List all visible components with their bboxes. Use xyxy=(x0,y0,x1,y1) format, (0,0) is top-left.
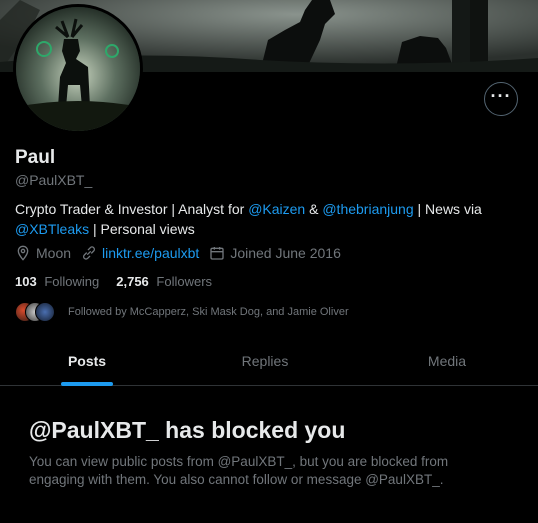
link-icon xyxy=(83,246,95,260)
followers-link[interactable]: 2,756 Followers xyxy=(116,274,212,289)
mention-xbtleaks-link[interactable]: @XBTleaks xyxy=(15,221,89,237)
followers-count: 2,756 xyxy=(116,274,149,289)
tab-replies[interactable]: Replies xyxy=(174,337,356,385)
avatar[interactable] xyxy=(13,4,143,134)
blocked-title: @PaulXBT_ has blocked you xyxy=(29,417,346,443)
profile-handle: @PaulXBT_ xyxy=(15,172,93,188)
following-count: 103 xyxy=(15,274,37,289)
followed-by[interactable]: Followed by McCapperz, Ski Mask Dog, and… xyxy=(15,302,349,322)
joined-date: Joined June 2016 xyxy=(209,245,341,261)
bio-text: | Personal views xyxy=(89,221,195,237)
following-link[interactable]: 103 Following xyxy=(15,274,99,289)
more-horizontal-icon: ··· xyxy=(490,86,512,106)
tab-media-label: Media xyxy=(427,353,467,369)
joined-label: Joined June 2016 xyxy=(230,245,341,261)
followers-label: Followers xyxy=(156,274,213,289)
active-tab-indicator xyxy=(61,382,113,386)
website-link[interactable]: linktr.ee/paulxbt xyxy=(102,245,199,261)
location: Moon xyxy=(15,245,71,261)
blocked-description: You can view public posts from @PaulXBT_… xyxy=(29,454,449,487)
more-button[interactable]: ··· xyxy=(484,82,518,116)
follower-avatars xyxy=(15,302,55,322)
profile-meta: Moon linktr.ee/paulxbt Joined June 2016 xyxy=(15,245,351,261)
follow-counts: 103 Following 2,756 Followers xyxy=(15,274,229,289)
tab-media[interactable]: Media xyxy=(356,337,538,385)
profile-bio: Crypto Trader & Investor | Analyst for @… xyxy=(15,199,515,239)
bio-text: | News via xyxy=(413,201,482,217)
tab-posts[interactable]: Posts xyxy=(0,337,174,386)
profile-name: Paul xyxy=(15,147,56,168)
followed-by-text: Followed by McCapperz, Ski Mask Dog, and… xyxy=(68,306,349,318)
avatar-image xyxy=(16,7,140,131)
bio-text: Crypto Trader & Investor | Analyst for xyxy=(15,201,249,217)
tab-replies-label: Replies xyxy=(241,353,289,369)
bio-text: & xyxy=(305,201,323,217)
mention-thebrianjung-link[interactable]: @thebrianjung xyxy=(322,201,413,217)
location-pin-icon xyxy=(17,245,29,261)
profile-tabs: Posts Replies Media xyxy=(0,337,538,386)
following-label: Following xyxy=(44,274,100,289)
tab-posts-label: Posts xyxy=(67,353,107,369)
follower-avatar xyxy=(35,302,55,322)
website[interactable]: linktr.ee/paulxbt xyxy=(81,245,199,261)
location-label: Moon xyxy=(36,245,72,261)
mention-kaizen-link[interactable]: @Kaizen xyxy=(248,201,305,217)
calendar-icon xyxy=(210,247,224,260)
